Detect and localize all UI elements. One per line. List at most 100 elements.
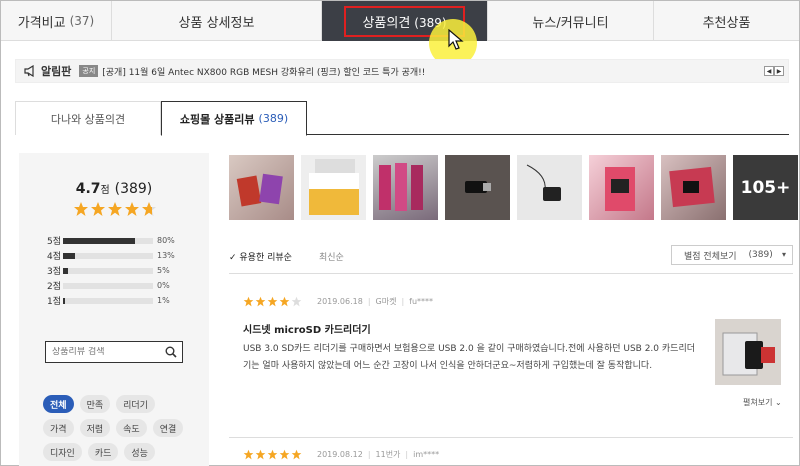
distribution-label: 3점 bbox=[47, 267, 62, 277]
tab-label: 추천상품 bbox=[702, 15, 751, 31]
star-icon bbox=[74, 202, 88, 216]
mouse-pointer-icon bbox=[448, 29, 464, 50]
star-icon bbox=[255, 296, 266, 307]
notice-title: 알림판 bbox=[41, 65, 72, 78]
review-source-tabs: 다나와 상품의견 쇼핑몰 상품리뷰 (389) bbox=[15, 101, 789, 136]
tab-label: 가격비교 bbox=[17, 15, 66, 31]
keyword-tag[interactable]: 저렴 bbox=[79, 419, 111, 437]
separator: | bbox=[367, 450, 371, 459]
distribution-row: 2점 0% bbox=[47, 278, 197, 293]
photo-usb-reader-icon bbox=[526, 164, 561, 201]
star-icon bbox=[291, 296, 302, 307]
star-icon bbox=[125, 202, 139, 216]
filter-label: 별점 전체보기 bbox=[684, 251, 737, 262]
distribution-bar bbox=[63, 282, 153, 289]
distribution-label: 1점 bbox=[47, 297, 62, 307]
tab-count: (37) bbox=[69, 14, 95, 28]
tab-price-compare[interactable]: 가격비교 (37) bbox=[1, 1, 112, 41]
rating-summary-panel: 4.7점 (389) 5점 80% 4점 13% 3점 5% 2점 0% 1점 1% 전체 만족 리더… bbox=[19, 153, 209, 466]
chevron-down-icon: ▾ bbox=[781, 250, 786, 259]
filter-count: (389) bbox=[748, 250, 773, 260]
tab-label: 쇼핑몰 상품리뷰 bbox=[179, 112, 255, 126]
separator: | bbox=[401, 297, 405, 306]
star-icon bbox=[267, 296, 278, 307]
review-photo[interactable] bbox=[517, 155, 582, 220]
distribution-row: 4점 13% bbox=[47, 248, 197, 263]
distribution-percent: 0% bbox=[157, 281, 170, 290]
keyword-tag[interactable]: 성능 bbox=[124, 443, 155, 461]
more-photos-button[interactable]: 105+ bbox=[733, 155, 798, 220]
review-photo[interactable] bbox=[229, 155, 294, 220]
review-stars bbox=[243, 296, 303, 307]
star-icon bbox=[279, 296, 290, 307]
distribution-bar-fill bbox=[63, 252, 75, 259]
tab-product-details[interactable]: 상품 상세정보 bbox=[112, 1, 322, 41]
megaphone-icon bbox=[24, 65, 34, 77]
keyword-tag[interactable]: 카드 bbox=[87, 443, 119, 461]
expand-review-link[interactable]: 펼쳐보기 ⌄ bbox=[743, 397, 782, 408]
star-icon bbox=[255, 449, 266, 460]
rating-filter-select[interactable]: 별점 전체보기 (389) ▾ bbox=[671, 245, 793, 265]
review-user: im**** bbox=[413, 450, 440, 459]
keyword-tag[interactable]: 가격 bbox=[43, 419, 74, 437]
distribution-percent: 80% bbox=[157, 236, 175, 245]
keyword-tags: 전체 만족 리더기가격 저렴 속도 연결디자인 카드 성능 bbox=[43, 395, 193, 466]
photo-package-icon bbox=[605, 167, 635, 211]
review-search-input[interactable] bbox=[52, 347, 162, 357]
photo-package-icon bbox=[669, 166, 715, 208]
notice-text[interactable]: [공개] 11월 6일 Antec NX800 RGB MESH 강화유리 (핑… bbox=[102, 65, 425, 78]
top-tab-bar: 가격비교 (37) 상품 상세정보 상품의견 (389) 뉴스/커뮤니티 추천상품 bbox=[1, 1, 799, 41]
keyword-tag[interactable]: 디자인 bbox=[43, 443, 82, 461]
tab-recommended[interactable]: 추천상품 bbox=[654, 1, 799, 41]
keyword-tag[interactable]: 속도 bbox=[116, 419, 147, 437]
review-photo[interactable] bbox=[445, 155, 510, 220]
star-icon bbox=[267, 449, 278, 460]
more-photos-label: 105+ bbox=[740, 177, 791, 198]
photo-card-reader-icon bbox=[236, 173, 283, 207]
tab-label: 상품의견 bbox=[362, 15, 411, 31]
average-score: 4.7점 (389) bbox=[19, 181, 209, 197]
separator: | bbox=[405, 450, 409, 459]
keyword-tag[interactable]: 전체 bbox=[43, 395, 74, 413]
review-photo[interactable] bbox=[373, 155, 438, 220]
distribution-label: 2점 bbox=[47, 282, 62, 292]
star-icon bbox=[279, 449, 290, 460]
sort-helpful[interactable]: ✓ 유용한 리뷰순 bbox=[229, 250, 292, 263]
distribution-bar bbox=[63, 237, 153, 244]
sort-bar: ✓ 유용한 리뷰순 최신순 별점 전체보기 (389) ▾ bbox=[229, 245, 793, 267]
divider bbox=[229, 273, 793, 274]
photo-usb-reader-icon bbox=[465, 181, 491, 193]
sort-latest[interactable]: 최신순 bbox=[319, 250, 344, 263]
next-arrow-icon[interactable]: ▶ bbox=[774, 66, 784, 76]
distribution-bar-fill bbox=[63, 267, 68, 274]
keyword-tag[interactable]: 연결 bbox=[152, 419, 184, 437]
review-stars bbox=[243, 449, 303, 460]
notice-badge: 공지 bbox=[79, 65, 99, 77]
star-icon bbox=[108, 202, 122, 216]
tab-news-community[interactable]: 뉴스/커뮤니티 bbox=[488, 1, 654, 41]
tab-danawa-opinions[interactable]: 다나와 상품의견 bbox=[15, 101, 161, 135]
review-body: USB 3.0 SD카드 리더기를 구매하면서 보험용으로 USB 2.0 을 … bbox=[243, 344, 696, 371]
distribution-row: 1점 1% bbox=[47, 293, 197, 308]
rating-distribution: 5점 80% 4점 13% 3점 5% 2점 0% 1점 1% bbox=[47, 233, 197, 308]
review-photo[interactable] bbox=[661, 155, 726, 220]
keyword-tag[interactable]: 만족 bbox=[79, 395, 111, 413]
distribution-percent: 5% bbox=[157, 266, 170, 275]
review-mall: 11번가 bbox=[375, 450, 401, 459]
search-icon[interactable] bbox=[165, 346, 177, 358]
distribution-percent: 1% bbox=[157, 296, 170, 305]
review-photo-strip: 105+ bbox=[229, 155, 800, 220]
review-photo[interactable] bbox=[589, 155, 654, 220]
distribution-bar bbox=[63, 252, 153, 259]
distribution-row: 3점 5% bbox=[47, 263, 197, 278]
score-unit: 점 bbox=[100, 185, 110, 196]
photo-usb-reader-icon bbox=[715, 319, 781, 385]
tab-mall-reviews[interactable]: 쇼핑몰 상품리뷰 (389) bbox=[161, 101, 307, 136]
review-thumbnail[interactable] bbox=[715, 319, 781, 385]
photo-sd-card-icon bbox=[309, 159, 359, 215]
review-photo[interactable] bbox=[301, 155, 366, 220]
review-user: fu**** bbox=[409, 297, 434, 306]
prev-arrow-icon[interactable]: ◀ bbox=[764, 66, 774, 76]
star-icon bbox=[142, 202, 156, 216]
keyword-tag[interactable]: 리더기 bbox=[116, 395, 155, 413]
